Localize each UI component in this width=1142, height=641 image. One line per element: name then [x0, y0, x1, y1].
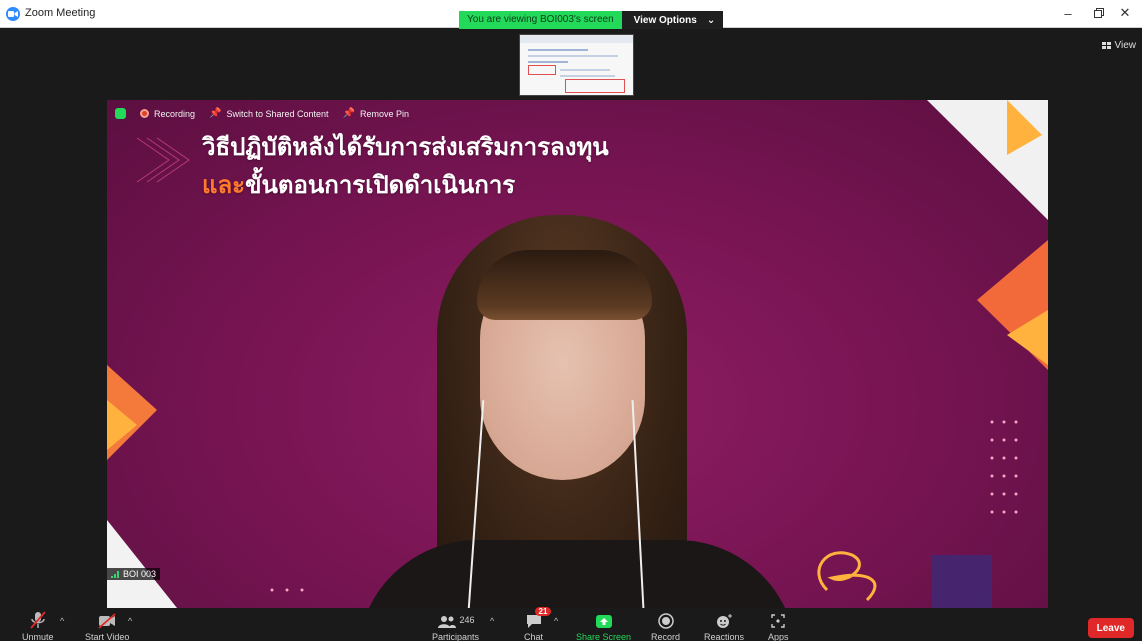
- meeting-area: View วิธีปฏิบัติหลังได้รับการส่งเสริมการ…: [0, 28, 1142, 608]
- switch-to-shared-content-button[interactable]: 📌 Switch to Shared Content: [209, 108, 329, 119]
- slide-title: วิธีปฏิบัติหลังได้รับการส่งเสริมการลงทุน…: [202, 128, 609, 204]
- apps-button[interactable]: Apps: [768, 611, 789, 641]
- audio-options-caret[interactable]: ^: [60, 616, 64, 626]
- pin-icon: 📌: [209, 108, 222, 119]
- recording-indicator[interactable]: Recording: [140, 109, 195, 119]
- participants-label: Participants: [432, 632, 480, 641]
- video-stage: วิธีปฏิบัติหลังได้รับการส่งเสริมการลงทุน…: [107, 100, 1048, 608]
- chat-label: Chat: [524, 632, 544, 641]
- share-screen-button[interactable]: Share Screen: [576, 611, 631, 641]
- reactions-icon: [717, 614, 733, 628]
- unmute-label: Unmute: [22, 632, 54, 641]
- unpin-icon: 📌: [342, 108, 355, 119]
- video-off-icon: [97, 611, 117, 629]
- recording-label: Recording: [154, 108, 196, 119]
- record-label: Record: [651, 632, 681, 641]
- window-title: Zoom Meeting: [25, 7, 96, 19]
- grid-view-icon: [1101, 41, 1111, 49]
- restore-icon: [1094, 8, 1104, 18]
- participants-options-caret[interactable]: ^: [490, 616, 494, 626]
- chat-unread-badge: 21: [534, 607, 552, 616]
- slide-title-line1: วิธีปฏิบัติหลังได้รับการส่งเสริมการลงทุน: [202, 133, 609, 161]
- zoom-logo-icon: [6, 7, 20, 21]
- slide-title-line2: และขั้นตอนการเปิดดำเนินการ: [202, 166, 609, 204]
- slide-title-highlight: และ: [202, 171, 246, 199]
- muted-mic-icon: [30, 611, 46, 629]
- viewing-text: You are viewing BOI003's screen: [459, 11, 622, 29]
- record-button[interactable]: Record: [651, 611, 680, 641]
- chat-button[interactable]: 21 Chat: [524, 607, 552, 641]
- record-icon: [657, 613, 674, 629]
- start-video-button[interactable]: Start Video: [85, 611, 129, 641]
- participant-name: BOI 003: [123, 569, 157, 579]
- restore-button[interactable]: [1089, 4, 1109, 22]
- video-options-caret[interactable]: ^: [128, 616, 132, 626]
- participant-bangs: [477, 250, 652, 320]
- view-button[interactable]: View: [1101, 40, 1137, 51]
- remove-pin-label: Remove Pin: [360, 108, 410, 119]
- shared-screen-thumbnail[interactable]: [519, 34, 634, 96]
- chevron-down-icon: ⌄: [706, 14, 716, 26]
- view-options-button[interactable]: View Options ⌄: [621, 11, 724, 29]
- view-button-label: View: [1114, 40, 1137, 51]
- minimize-button[interactable]: –: [1058, 4, 1078, 22]
- apps-label: Apps: [768, 632, 789, 641]
- reactions-button[interactable]: Reactions: [704, 611, 744, 641]
- recording-icon: [140, 109, 149, 118]
- chat-options-caret[interactable]: ^: [554, 616, 558, 626]
- close-button[interactable]: ✕: [1115, 4, 1135, 22]
- apps-icon: [771, 614, 785, 628]
- slide-title-rest: ขั้นตอนการเปิดดำเนินการ: [245, 171, 516, 199]
- participant-name-tag: BOI 003: [107, 568, 161, 580]
- signal-strength-icon: [111, 570, 119, 578]
- start-video-label: Start Video: [85, 632, 130, 641]
- remove-pin-button[interactable]: 📌 Remove Pin: [343, 108, 409, 119]
- viewing-banner: You are viewing BOI003's screen View Opt…: [459, 11, 724, 29]
- share-screen-label: Share Screen: [576, 632, 632, 641]
- participants-icon: [437, 616, 456, 628]
- security-shield-icon: [115, 108, 126, 119]
- video-overlay-controls: Recording 📌 Switch to Shared Content 📌 R…: [115, 108, 409, 119]
- share-screen-icon: [595, 615, 612, 628]
- view-options-label: View Options: [633, 14, 697, 26]
- participants-count: 246: [459, 615, 475, 625]
- leave-button[interactable]: Leave: [1087, 618, 1134, 638]
- reactions-label: Reactions: [704, 632, 745, 641]
- participants-button[interactable]: 246 Participants: [432, 611, 479, 641]
- unmute-button[interactable]: Unmute: [22, 611, 54, 641]
- switch-label: Switch to Shared Content: [226, 108, 329, 119]
- meeting-toolbar: Unmute ^ Start Video ^ 246 Participants …: [0, 607, 1142, 641]
